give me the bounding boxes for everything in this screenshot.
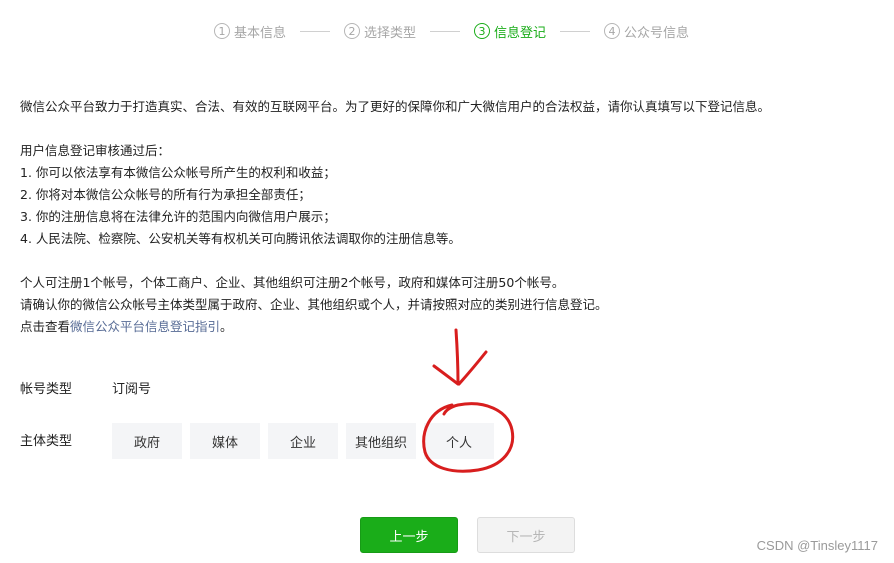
annotation-arrow-icon bbox=[432, 328, 488, 386]
step-select-type: 2 选择类型 bbox=[344, 22, 416, 41]
registration-guide-link[interactable]: 微信公众平台信息登记指引 bbox=[70, 319, 220, 334]
account-type-row: 帐号类型 订阅号 bbox=[20, 376, 151, 398]
subject-option-government[interactable]: 政府 bbox=[112, 423, 182, 459]
registration-stepper: 1 基本信息 2 选择类型 3 信息登记 4 公众号信息 bbox=[214, 20, 689, 42]
confirm-type-text: 请确认你的微信公众帐号主体类型属于政府、企业、其他组织或个人，并请按照对应的类别… bbox=[20, 297, 608, 312]
watermark: CSDN @Tinsley1117 bbox=[756, 538, 878, 553]
previous-step-button[interactable]: 上一步 bbox=[360, 517, 458, 553]
subject-option-enterprise[interactable]: 企业 bbox=[268, 423, 338, 459]
subject-option-other-org[interactable]: 其他组织 bbox=[346, 423, 416, 459]
rights-item: 3. 你的注册信息将在法律允许的范围内向微信用户展示； bbox=[20, 209, 336, 224]
intro-lead: 微信公众平台致力于打造真实、合法、有效的互联网平台。为了更好的保障你和广大微信用… bbox=[20, 99, 771, 114]
account-quota-text: 个人可注册1个帐号，个体工商户、企业、其他组织可注册2个帐号，政府和媒体可注册5… bbox=[20, 275, 565, 290]
subject-option-individual[interactable]: 个人 bbox=[424, 423, 494, 459]
subject-type-options: 政府 媒体 企业 其他组织 个人 bbox=[112, 423, 502, 459]
subject-type-label: 主体类型 bbox=[20, 434, 73, 449]
step-number: 1 bbox=[214, 23, 230, 39]
step-number: 3 bbox=[474, 23, 491, 39]
subject-option-media[interactable]: 媒体 bbox=[190, 423, 260, 459]
step-connector bbox=[560, 30, 591, 32]
next-step-button[interactable]: 下一步 bbox=[477, 517, 575, 553]
registration-intro: 微信公众平台致力于打造真实、合法、有效的互联网平台。为了更好的保障你和广大微信用… bbox=[20, 96, 880, 338]
step-label: 选择类型 bbox=[364, 25, 417, 41]
guide-suffix: 。 bbox=[220, 319, 233, 334]
step-label: 基本信息 bbox=[234, 25, 287, 41]
step-number: 4 bbox=[604, 23, 621, 39]
step-account-info: 4 公众号信息 bbox=[604, 22, 689, 41]
step-label: 信息登记 bbox=[494, 25, 547, 41]
step-basic-info: 1 基本信息 bbox=[214, 22, 286, 41]
step-info-registration: 3 信息登记 bbox=[474, 22, 546, 41]
rights-item: 4. 人民法院、检察院、公安机关等有权机关可向腾讯依法调取你的注册信息等。 bbox=[20, 231, 461, 246]
rights-item: 1. 你可以依法享有本微信公众帐号所产生的权利和收益； bbox=[20, 165, 336, 180]
step-label: 公众号信息 bbox=[624, 25, 690, 41]
guide-prefix: 点击查看 bbox=[20, 319, 71, 334]
account-type-label: 帐号类型 bbox=[20, 381, 73, 397]
rights-item: 2. 你将对本微信公众帐号的所有行为承担全部责任； bbox=[20, 187, 311, 202]
subject-type-row: 主体类型 政府 媒体 企业 其他组织 个人 bbox=[20, 423, 502, 461]
guide-line: 点击查看微信公众平台信息登记指引。 bbox=[20, 316, 880, 338]
step-connector bbox=[300, 30, 331, 32]
step-connector bbox=[430, 30, 461, 32]
after-review-title: 用户信息登记审核通过后： bbox=[20, 143, 171, 158]
step-number: 2 bbox=[344, 23, 361, 39]
account-type-value: 订阅号 bbox=[112, 381, 152, 397]
